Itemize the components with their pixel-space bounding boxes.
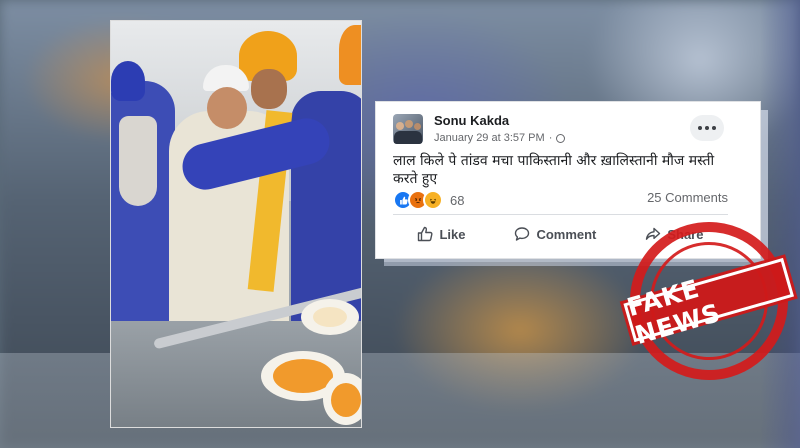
photo-turban-orange [339,25,361,85]
comment-button[interactable]: Comment [514,226,596,242]
avatar-head [414,123,421,130]
meta-separator: · [548,132,553,144]
dot-icon [698,126,702,130]
comment-label: Comment [536,226,597,242]
haha-reaction-icon [423,190,443,210]
reaction-count: 68 [450,192,465,208]
photo-face-hugging [251,69,287,109]
like-button[interactable]: Like [417,226,465,242]
avatar-head [396,122,404,130]
globe-icon [556,133,566,143]
reactions-summary[interactable]: 68 [393,190,464,210]
post-timestamp[interactable]: January 29 at 3:57 PM [434,132,545,144]
photo-face-capped [207,87,247,129]
photo-turban-blue [111,61,145,101]
post-text: लाल किले पे तांडव मचा पाकिस्तानी और ख़ाल… [393,153,715,187]
avatar-head [405,120,413,128]
photo-food [331,383,361,417]
dot-icon [705,126,709,130]
photo-food [313,307,347,327]
actions-divider [393,214,728,215]
author-name[interactable]: Sonu Kakda [434,113,509,128]
author-avatar[interactable] [393,114,423,144]
avatar-body [394,131,422,144]
thumbs-up-icon [418,226,434,242]
comments-count-link[interactable]: 25 Comments [647,190,728,205]
comment-bubble-icon [515,227,530,241]
stamp-label: FAKE NEWS [623,257,795,350]
like-label: Like [439,226,466,242]
video-still-photo [110,20,362,428]
dot-icon [712,126,716,130]
more-options-button[interactable] [690,115,724,141]
post-meta: January 29 at 3:57 PM · [434,132,566,144]
photo-beard [119,116,157,206]
